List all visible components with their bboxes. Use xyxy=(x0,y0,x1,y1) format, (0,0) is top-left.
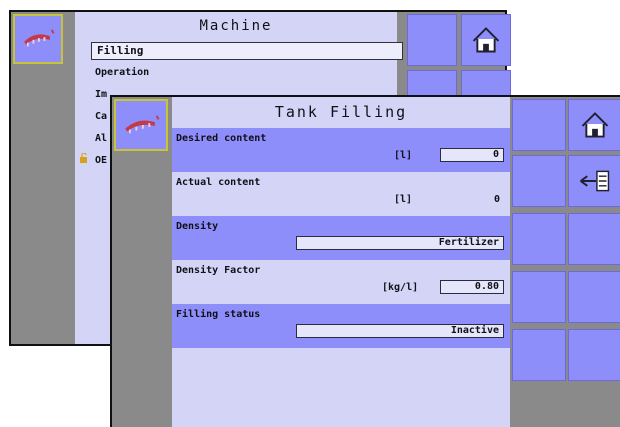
side-button-3[interactable] xyxy=(512,213,566,265)
filling-status-label: Filling status xyxy=(176,309,261,320)
home-icon xyxy=(581,112,609,138)
menu-item-im[interactable]: Im xyxy=(95,89,107,100)
side-button-1[interactable] xyxy=(407,14,457,66)
desired-content-label: Desired content xyxy=(176,133,267,144)
unlock-icon xyxy=(80,153,87,163)
home-button[interactable] xyxy=(461,14,511,66)
side-button-5[interactable] xyxy=(512,271,566,323)
row-desired-content: Desired content [l] 0 xyxy=(172,128,510,172)
sprayer-logo-icon xyxy=(24,29,55,47)
row-density: Density Fertilizer xyxy=(172,216,510,260)
density-factor-label: Density Factor xyxy=(176,265,261,276)
page-title: Machine xyxy=(199,18,273,34)
density-select[interactable]: Fertilizer xyxy=(296,236,504,250)
side-button-7[interactable] xyxy=(512,329,566,381)
desired-content-unit: [l] xyxy=(394,150,413,161)
density-factor-unit: [kg/l] xyxy=(382,282,419,293)
tank-filling-window: Tank Filling Desired content [l] 0 Actua… xyxy=(110,95,620,427)
row-filling-status: Filling status Inactive xyxy=(172,304,510,348)
side-button-1[interactable] xyxy=(512,99,566,151)
back-button[interactable] xyxy=(568,155,620,207)
menu-item-oe[interactable]: OE xyxy=(95,155,107,166)
side-button-4[interactable] xyxy=(568,213,620,265)
row-density-factor: Density Factor [kg/l] 0.80 xyxy=(172,260,510,304)
side-button-8[interactable] xyxy=(568,329,620,381)
menu-item-al[interactable]: Al xyxy=(95,133,107,144)
home-icon xyxy=(472,27,500,53)
back-arrow-icon xyxy=(580,170,610,192)
actual-content-unit: [l] xyxy=(394,194,413,205)
side-button-2[interactable] xyxy=(512,155,566,207)
menu-item-operation[interactable]: Operation xyxy=(95,67,149,78)
actual-content-label: Actual content xyxy=(176,177,261,188)
filling-field[interactable]: Filling xyxy=(91,42,403,60)
tank-filling-content: Tank Filling Desired content [l] 0 Actua… xyxy=(172,97,510,427)
density-factor-input[interactable]: 0.80 xyxy=(440,280,504,294)
side-button-6[interactable] xyxy=(568,271,620,323)
density-label: Density xyxy=(176,221,219,232)
home-button[interactable] xyxy=(568,99,620,151)
logo-button[interactable] xyxy=(114,99,168,151)
page-title: Tank Filling xyxy=(274,103,408,121)
menu-item-ca[interactable]: Ca xyxy=(95,111,107,122)
actual-content-value: 0 xyxy=(493,194,500,205)
sprayer-logo-icon xyxy=(125,115,160,134)
logo-button[interactable] xyxy=(13,14,63,64)
row-actual-content: Actual content [l] 0 xyxy=(172,172,510,216)
filling-status-value: Inactive xyxy=(296,324,504,338)
desired-content-input[interactable]: 0 xyxy=(440,148,504,162)
